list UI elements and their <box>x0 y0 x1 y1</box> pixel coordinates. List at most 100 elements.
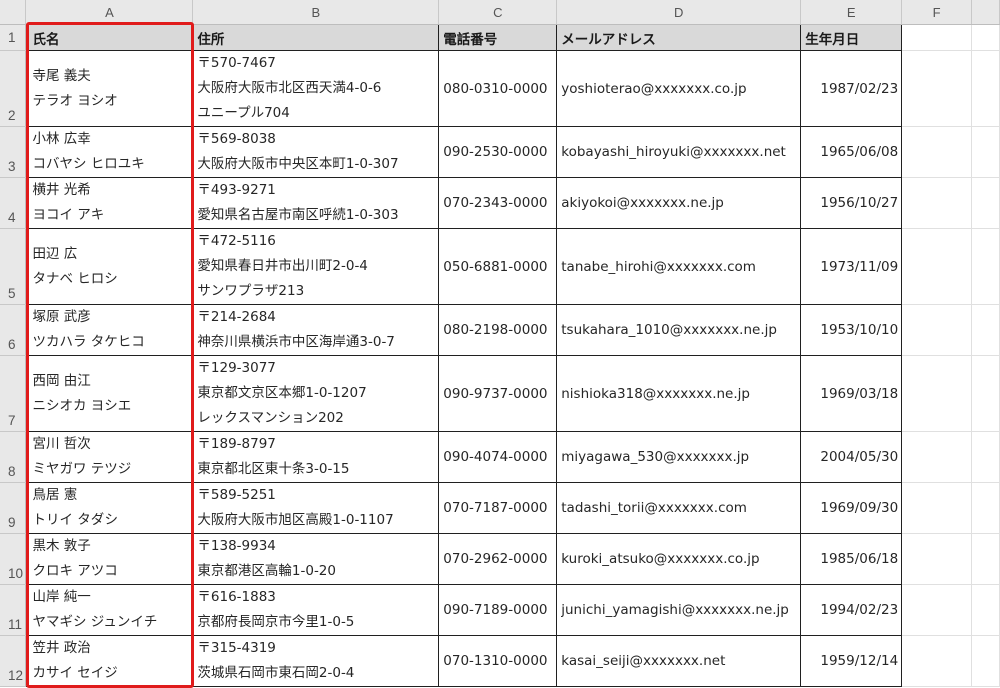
address-cell[interactable]: 〒214-2684 神奈川県横浜市中区海岸通3-0-7 <box>192 304 440 356</box>
empty-cell[interactable] <box>971 533 1000 585</box>
empty-cell[interactable] <box>901 228 973 305</box>
address-cell[interactable]: 〒472-5116 愛知県春日井市出川町2-0-4 サンワプラザ213 <box>192 228 440 305</box>
email-cell[interactable]: yoshioterao@xxxxxxx.co.jp <box>556 50 802 127</box>
email-cell[interactable]: tsukahara_1010@xxxxxxx.ne.jp <box>556 304 802 356</box>
phone-cell[interactable]: 080-0310-0000 <box>438 50 558 127</box>
row-header[interactable]: 4 <box>0 177 27 229</box>
birthdate-cell[interactable]: 1987/02/23 <box>800 50 903 127</box>
empty-cell[interactable] <box>971 24 1000 51</box>
empty-cell[interactable] <box>901 431 973 483</box>
empty-cell[interactable] <box>971 126 1000 178</box>
row-header[interactable]: 11 <box>0 584 27 636</box>
header-cell-email[interactable]: メールアドレス <box>556 24 802 51</box>
name-cell[interactable]: 塚原 武彦 ツカハラ タケヒコ <box>25 304 194 356</box>
email-cell[interactable]: miyagawa_530@xxxxxxx.jp <box>556 431 802 483</box>
row-header[interactable]: 8 <box>0 431 27 483</box>
name-cell[interactable]: 小林 広幸 コバヤシ ヒロユキ <box>25 126 194 178</box>
phone-cell[interactable]: 090-2530-0000 <box>438 126 558 178</box>
empty-cell[interactable] <box>971 50 1000 127</box>
row-header[interactable]: 2 <box>0 50 27 127</box>
phone-cell[interactable]: 070-2962-0000 <box>438 533 558 585</box>
name-cell[interactable]: 宮川 哲次 ミヤガワ テツジ <box>25 431 194 483</box>
email-cell[interactable]: tanabe_hirohi@xxxxxxx.com <box>556 228 802 305</box>
empty-cell[interactable] <box>901 355 973 432</box>
column-header-a[interactable]: A <box>25 0 194 25</box>
name-cell[interactable]: 西岡 由江 ニシオカ ヨシエ <box>25 355 194 432</box>
birthdate-cell[interactable]: 1985/06/18 <box>800 533 903 585</box>
email-cell[interactable]: tadashi_torii@xxxxxxx.com <box>556 482 802 534</box>
name-cell[interactable]: 山岸 純一 ヤマギシ ジュンイチ <box>25 584 194 636</box>
name-cell[interactable]: 横井 光希 ヨコイ アキ <box>25 177 194 229</box>
phone-cell[interactable]: 070-2343-0000 <box>438 177 558 229</box>
name-cell[interactable]: 鳥居 憲トリイ タダシ <box>25 482 194 534</box>
email-cell[interactable]: kuroki_atsuko@xxxxxxx.co.jp <box>556 533 802 585</box>
row-header[interactable]: 5 <box>0 228 27 305</box>
address-cell[interactable]: 〒493-9271 愛知県名古屋市南区呼続1-0-303 <box>192 177 440 229</box>
birthdate-cell[interactable]: 1953/10/10 <box>800 304 903 356</box>
birthdate-cell[interactable]: 1959/12/14 <box>800 635 903 687</box>
row-header[interactable]: 9 <box>0 482 27 534</box>
email-cell[interactable]: kasai_seiji@xxxxxxx.net <box>556 635 802 687</box>
empty-cell[interactable] <box>971 635 1000 687</box>
row-header[interactable]: 1 <box>0 24 27 51</box>
row-header[interactable]: 10 <box>0 533 27 585</box>
empty-cell[interactable] <box>901 126 973 178</box>
column-header-b[interactable]: B <box>192 0 440 25</box>
header-cell-address[interactable]: 住所 <box>192 24 440 51</box>
email-cell[interactable]: junichi_yamagishi@xxxxxxx.ne.jp <box>556 584 802 636</box>
address-cell[interactable]: 〒315-4319 茨城県石岡市東石岡2-0-4 <box>192 635 440 687</box>
row-header[interactable]: 12 <box>0 635 27 687</box>
birthdate-cell[interactable]: 1956/10/27 <box>800 177 903 229</box>
address-cell[interactable]: 〒569-8038 大阪府大阪市中央区本町1-0-307 <box>192 126 440 178</box>
empty-cell[interactable] <box>971 584 1000 636</box>
phone-cell[interactable]: 090-4074-0000 <box>438 431 558 483</box>
empty-cell[interactable] <box>901 635 973 687</box>
empty-cell[interactable] <box>901 177 973 229</box>
empty-cell[interactable] <box>901 50 973 127</box>
birthdate-cell[interactable]: 1965/06/08 <box>800 126 903 178</box>
empty-cell[interactable] <box>971 431 1000 483</box>
name-cell[interactable]: 笠井 政治 カサイ セイジ <box>25 635 194 687</box>
address-cell[interactable]: 〒589-5251 大阪府大阪市旭区高殿1-0-1107 <box>192 482 440 534</box>
email-cell[interactable]: akiyokoi@xxxxxxx.ne.jp <box>556 177 802 229</box>
phone-cell[interactable]: 070-1310-0000 <box>438 635 558 687</box>
empty-cell[interactable] <box>971 304 1000 356</box>
address-cell[interactable]: 〒138-9934 東京都港区高輪1-0-20 <box>192 533 440 585</box>
birthdate-cell[interactable]: 1994/02/23 <box>800 584 903 636</box>
empty-cell[interactable] <box>901 584 973 636</box>
row-header[interactable]: 6 <box>0 304 27 356</box>
header-cell-name[interactable]: 氏名 <box>25 24 194 51</box>
address-cell[interactable]: 〒129-3077 東京都文京区本郷1-0-1207 レックスマンション202 <box>192 355 440 432</box>
name-cell[interactable]: 寺尾 義夫 テラオ ヨシオ <box>25 50 194 127</box>
row-header[interactable]: 3 <box>0 126 27 178</box>
phone-cell[interactable]: 090-7189-0000 <box>438 584 558 636</box>
email-cell[interactable]: kobayashi_hiroyuki@xxxxxxx.net <box>556 126 802 178</box>
empty-cell[interactable] <box>901 482 973 534</box>
birthdate-cell[interactable]: 1973/11/09 <box>800 228 903 305</box>
email-cell[interactable]: nishioka318@xxxxxxx.ne.jp <box>556 355 802 432</box>
column-header-g[interactable] <box>971 0 1000 25</box>
name-cell[interactable]: 田辺 広タナベ ヒロシ <box>25 228 194 305</box>
empty-cell[interactable] <box>971 228 1000 305</box>
column-header-c[interactable]: C <box>438 0 558 25</box>
address-cell[interactable]: 〒189-8797 東京都北区東十条3-0-15 <box>192 431 440 483</box>
select-all-corner[interactable] <box>0 0 27 25</box>
name-cell[interactable]: 黒木 敦子 クロキ アツコ <box>25 533 194 585</box>
empty-cell[interactable] <box>971 482 1000 534</box>
phone-cell[interactable]: 080-2198-0000 <box>438 304 558 356</box>
address-cell[interactable]: 〒616-1883 京都府長岡京市今里1-0-5 <box>192 584 440 636</box>
birthdate-cell[interactable]: 2004/05/30 <box>800 431 903 483</box>
row-header[interactable]: 7 <box>0 355 27 432</box>
birthdate-cell[interactable]: 1969/03/18 <box>800 355 903 432</box>
empty-cell[interactable] <box>901 304 973 356</box>
empty-cell[interactable] <box>971 355 1000 432</box>
phone-cell[interactable]: 090-9737-0000 <box>438 355 558 432</box>
empty-cell[interactable] <box>901 24 973 51</box>
column-header-e[interactable]: E <box>800 0 903 25</box>
column-header-f[interactable]: F <box>901 0 973 25</box>
empty-cell[interactable] <box>971 177 1000 229</box>
header-cell-phone[interactable]: 電話番号 <box>438 24 558 51</box>
column-header-d[interactable]: D <box>556 0 802 25</box>
empty-cell[interactable] <box>901 533 973 585</box>
phone-cell[interactable]: 070-7187-0000 <box>438 482 558 534</box>
